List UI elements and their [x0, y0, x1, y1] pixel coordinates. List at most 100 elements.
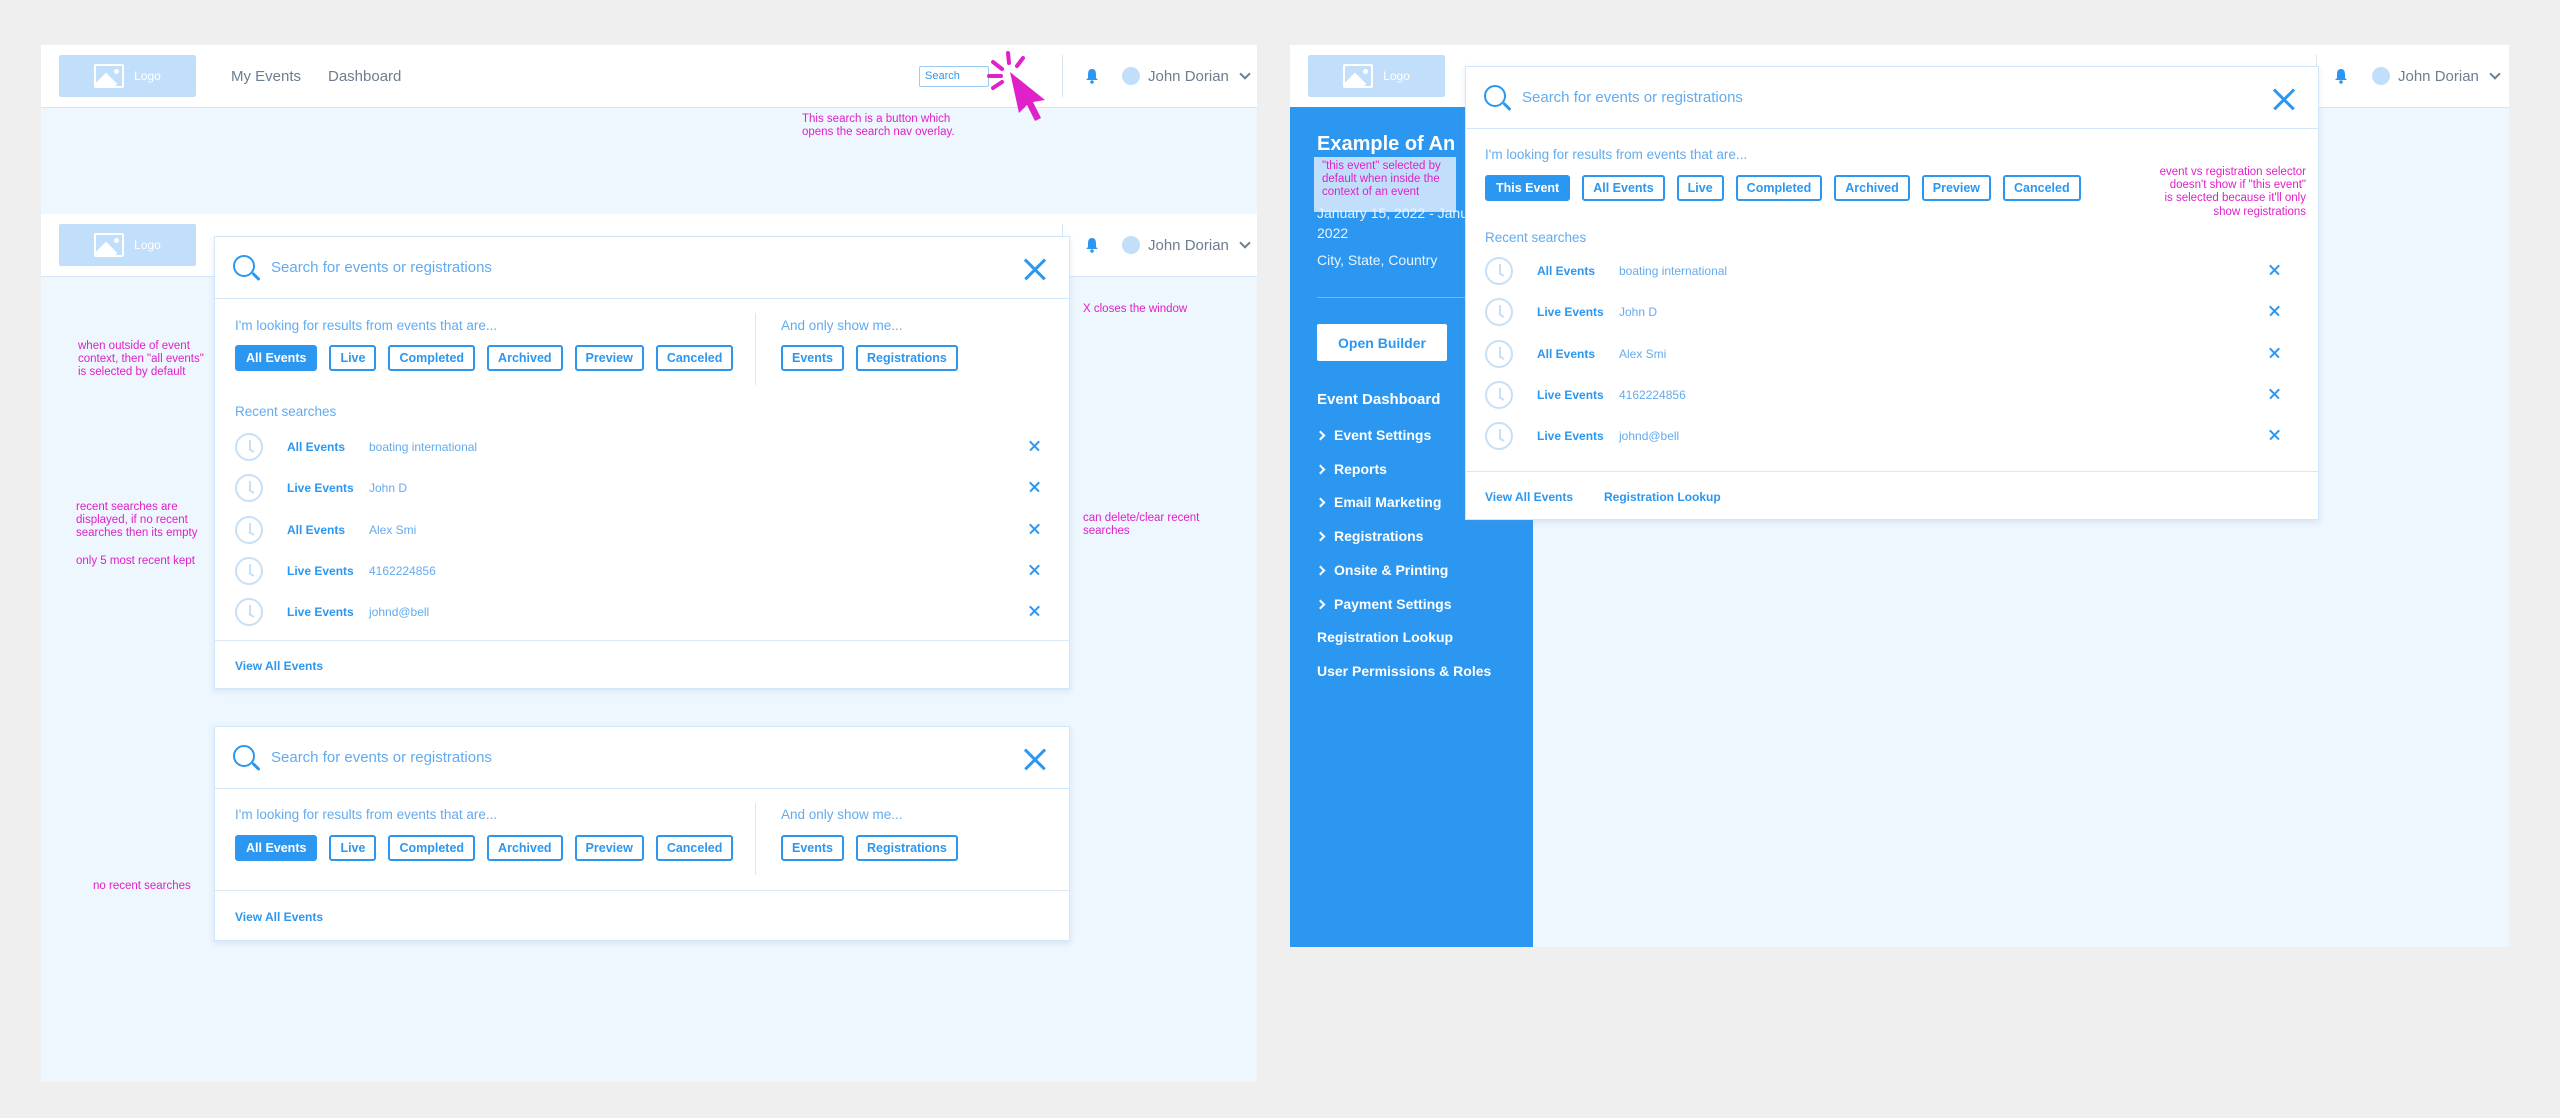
filter-live[interactable]: Live [329, 345, 377, 371]
view-all-events-link[interactable]: View All Events [235, 659, 323, 673]
filter-preview[interactable]: Preview [574, 835, 644, 861]
recent-search-item[interactable]: All Events Alex Smi [1485, 340, 2281, 370]
bell-icon[interactable] [1085, 68, 1099, 84]
close-icon[interactable] [1023, 747, 1047, 771]
search-bar[interactable]: Search for events or registrations [215, 727, 1069, 789]
search-bar[interactable]: Search for events or registrations [1466, 67, 2318, 129]
remove-recent-icon[interactable] [2269, 388, 2281, 400]
filter-canceled[interactable]: Canceled [655, 835, 734, 861]
logo[interactable]: Logo [1308, 55, 1445, 97]
nav-dashboard[interactable]: Dashboard [328, 68, 401, 85]
clock-icon [235, 433, 263, 461]
user-menu[interactable]: John Dorian [1122, 67, 1251, 85]
recent-search-item[interactable]: Live Events johnd@bell [1485, 422, 2281, 452]
chevron-right-icon [1315, 599, 1326, 609]
recent-type: Live Events [1537, 429, 1604, 443]
view-all-events-link[interactable]: View All Events [1485, 490, 1573, 504]
filter-divider [755, 313, 756, 385]
remove-recent-icon[interactable] [1029, 481, 1041, 493]
recent-search-item[interactable]: Live Events 4162224856 [1485, 381, 2281, 411]
filter-archived[interactable]: Archived [487, 345, 563, 371]
sidebar-item-label: Payment Settings [1334, 596, 1452, 612]
filter-all-events[interactable]: All Events [235, 345, 318, 371]
sidebar-item-reports[interactable]: Reports [1315, 461, 1387, 477]
open-builder-button[interactable]: Open Builder [1317, 324, 1447, 361]
footer-divider [1466, 471, 2318, 472]
recent-search-item[interactable]: All Events boating international [235, 433, 1041, 463]
recent-search-item[interactable]: Live Events John D [235, 474, 1041, 504]
recent-search-item[interactable]: All Events boating international [1485, 257, 2281, 287]
bell-icon[interactable] [1085, 237, 1099, 253]
filter-canceled[interactable]: Canceled [655, 345, 734, 371]
bell-icon[interactable] [2334, 68, 2348, 84]
filter-completed[interactable]: Completed [388, 345, 476, 371]
search-bar[interactable]: Search for events or registrations [215, 237, 1069, 299]
filter-live[interactable]: Live [329, 835, 377, 861]
search-overlay-panel: Search for events or registrations I'm l… [214, 236, 1070, 689]
show-registrations[interactable]: Registrations [856, 835, 958, 861]
filter-completed[interactable]: Completed [388, 835, 476, 861]
recent-search-item[interactable]: Live Events 4162224856 [235, 557, 1041, 587]
remove-recent-icon[interactable] [1029, 605, 1041, 617]
filter-canceled[interactable]: Canceled [2003, 175, 2081, 201]
filter-preview[interactable]: Preview [1921, 175, 1992, 201]
note-no-recent: no recent searches [93, 880, 191, 892]
search-input[interactable]: Search for events or registrations [1522, 89, 1743, 106]
recent-search-item[interactable]: Live Events johnd@bell [235, 598, 1041, 628]
remove-recent-icon[interactable] [2269, 264, 2281, 276]
remove-recent-icon[interactable] [2269, 305, 2281, 317]
recent-search-item[interactable]: Live Events John D [1485, 298, 2281, 328]
filter-all-events[interactable]: All Events [235, 835, 318, 861]
user-menu[interactable]: John Dorian [2372, 67, 2501, 85]
recent-term: Alex Smi [1619, 347, 1667, 361]
note-outside-context: when outside of event context, then "all… [78, 340, 204, 379]
recent-search-item[interactable]: All Events Alex Smi [235, 516, 1041, 546]
view-all-events-link[interactable]: View All Events [235, 910, 323, 924]
close-icon[interactable] [2272, 87, 2296, 111]
remove-recent-icon[interactable] [1029, 564, 1041, 576]
filter-divider [755, 803, 756, 875]
show-events[interactable]: Events [781, 835, 844, 861]
remove-recent-icon[interactable] [1029, 440, 1041, 452]
user-menu[interactable]: John Dorian [1122, 236, 1251, 254]
recent-type: All Events [287, 523, 346, 537]
sidebar-item-email-marketing[interactable]: Email Marketing [1315, 494, 1441, 510]
recent-searches: All Events boating international Live Ev… [235, 433, 1041, 633]
filter-archived[interactable]: Archived [1834, 175, 1910, 201]
filter-live[interactable]: Live [1676, 175, 1724, 201]
search-input[interactable]: Search for events or registrations [271, 259, 492, 276]
header-divider [1062, 55, 1063, 97]
filter-completed[interactable]: Completed [1735, 175, 1823, 201]
clock-icon [235, 598, 263, 626]
close-icon[interactable] [1023, 257, 1047, 281]
remove-recent-icon[interactable] [2269, 429, 2281, 441]
footer-divider [215, 890, 1069, 891]
filter-archived[interactable]: Archived [487, 835, 563, 861]
sidebar-item-payment-settings[interactable]: Payment Settings [1315, 596, 1452, 612]
filter-preview[interactable]: Preview [574, 345, 644, 371]
show-events[interactable]: Events [781, 345, 844, 371]
logo[interactable]: Logo [59, 224, 196, 266]
sidebar-item-registrations[interactable]: Registrations [1315, 528, 1423, 544]
avatar [1122, 236, 1140, 254]
registration-lookup-link[interactable]: Registration Lookup [1604, 490, 1721, 504]
event-dashboard-link[interactable]: Event Dashboard [1317, 391, 1440, 408]
sidebar-item-onsite-printing[interactable]: Onsite & Printing [1315, 562, 1448, 578]
filter-all-events[interactable]: All Events [1582, 175, 1665, 201]
sidebar-item-event-settings[interactable]: Event Settings [1315, 427, 1431, 443]
show-registrations[interactable]: Registrations [856, 345, 958, 371]
search-button[interactable]: Search [919, 66, 989, 87]
remove-recent-icon[interactable] [1029, 523, 1041, 535]
filter-label: I'm looking for results from events that… [1485, 147, 1748, 162]
chevron-right-icon [1315, 430, 1326, 440]
sidebar-item-user-permissions[interactable]: User Permissions & Roles [1317, 663, 1491, 679]
logo[interactable]: Logo [59, 55, 196, 97]
search-input[interactable]: Search for events or registrations [271, 749, 492, 766]
filter-this-event[interactable]: This Event [1485, 175, 1571, 201]
search-icon [1484, 85, 1506, 107]
recent-term: 4162224856 [1619, 388, 1686, 402]
top-header [41, 45, 1257, 108]
remove-recent-icon[interactable] [2269, 347, 2281, 359]
sidebar-item-registration-lookup[interactable]: Registration Lookup [1317, 629, 1453, 645]
nav-my-events[interactable]: My Events [231, 68, 301, 85]
